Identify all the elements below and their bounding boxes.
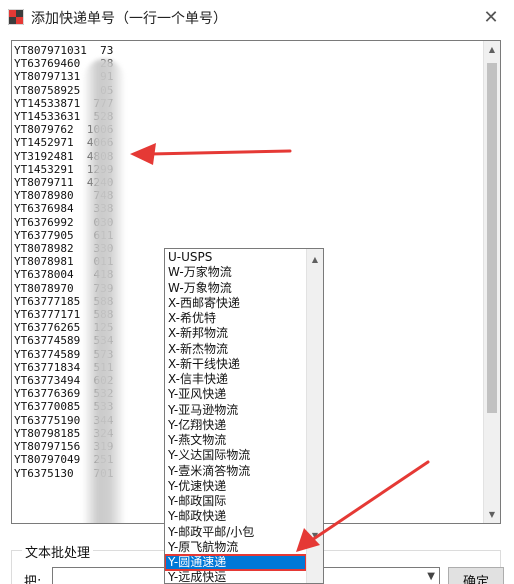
tracking-number-line: YT807971031 73 <box>14 44 114 57</box>
courier-option[interactable]: Y-亚马逊物流 <box>165 403 306 418</box>
confirm-button[interactable]: 确定 <box>448 567 504 584</box>
batch-section-label: 文本批处理 <box>22 542 94 561</box>
courier-option[interactable]: W-万象物流 <box>165 281 306 296</box>
courier-option[interactable]: Y-远成快运 <box>165 570 306 583</box>
courier-option[interactable]: X-新干线快递 <box>165 357 306 372</box>
chevron-up-icon[interactable]: ▲ <box>484 41 500 58</box>
courier-option-selected[interactable]: Y-圆通速递 <box>165 553 307 572</box>
courier-options: U-USPS W-万家物流 W-万象物流 X-西邮寄快递 X-希优特 X-新邦物流 X-新杰… <box>165 250 307 583</box>
courier-option[interactable]: X-希优特 <box>165 311 306 326</box>
replace-field-label: 把: <box>24 575 42 584</box>
close-button[interactable]: ✕ <box>468 0 514 34</box>
scrollbar-thumb[interactable] <box>487 63 497 413</box>
courier-dropdown-list[interactable]: U-USPS W-万家物流 W-万象物流 X-西邮寄快递 X-希优特 X-新邦物流 X-新杰… <box>164 248 324 584</box>
app-logo-icon <box>8 9 24 25</box>
courier-option[interactable]: Y-义达国际物流 <box>165 448 306 463</box>
chevron-up-icon[interactable]: ▲ <box>307 251 323 268</box>
courier-option[interactable]: X-信丰快递 <box>165 372 306 387</box>
textarea-scrollbar[interactable]: ▲ ▼ <box>483 41 500 523</box>
courier-option[interactable]: W-万家物流 <box>165 265 306 280</box>
courier-option[interactable]: Y-亿翔快递 <box>165 418 306 433</box>
courier-option[interactable]: X-西邮寄快递 <box>165 296 306 311</box>
title-bar: 添加快递单号（一行一个单号） ✕ <box>0 0 514 34</box>
chevron-down-icon[interactable]: ▼ <box>427 571 435 582</box>
courier-option[interactable]: Y-原飞航物流 <box>165 540 306 555</box>
courier-option[interactable]: Y-燕文物流 <box>165 433 306 448</box>
courier-option[interactable]: Y-邮政国际 <box>165 494 306 509</box>
courier-option[interactable]: Y-邮政平邮/小包 <box>165 525 306 540</box>
chevron-down-icon[interactable]: ▼ <box>307 527 323 544</box>
courier-option[interactable]: Y-邮政快递 <box>165 509 306 524</box>
courier-option[interactable]: Y-壹米滴答物流 <box>165 464 306 479</box>
privacy-blur <box>84 59 124 523</box>
courier-option[interactable]: X-新邦物流 <box>165 326 306 341</box>
courier-option[interactable]: Y-亚风快递 <box>165 387 306 402</box>
courier-option[interactable]: U-USPS <box>165 250 306 265</box>
courier-option[interactable]: Y-优速快递 <box>165 479 306 494</box>
dropdown-scrollbar[interactable]: ▲ ▼ <box>306 249 323 583</box>
courier-option[interactable]: X-新杰物流 <box>165 342 306 357</box>
window-title: 添加快递单号（一行一个单号） <box>31 11 227 27</box>
chevron-down-icon[interactable]: ▼ <box>484 506 500 523</box>
close-icon: ✕ <box>483 6 499 28</box>
